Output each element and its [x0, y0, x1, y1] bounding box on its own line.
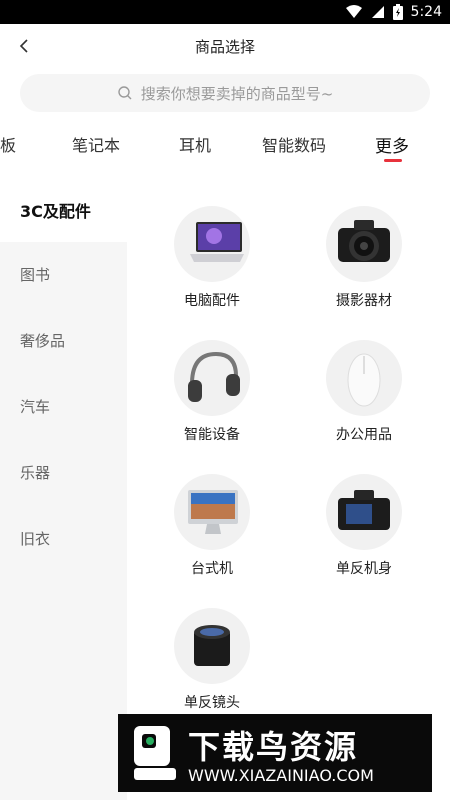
search-icon: [118, 86, 132, 100]
status-bar: 5:24: [0, 0, 450, 24]
product-label: 办公用品: [336, 427, 392, 443]
product-grid: 电脑配件 摄影器材 智能设备 办公用品 台式机 单反机身 单反镜头: [127, 176, 450, 800]
product-label: 摄影器材: [336, 293, 392, 309]
sidebar-item-label: 乐器: [20, 464, 51, 482]
battery-icon: [392, 4, 403, 20]
sidebar-item-label: 奢侈品: [20, 332, 66, 350]
mouse-icon: [326, 340, 402, 416]
product-tile-office-supplies[interactable]: 办公用品: [304, 340, 424, 460]
page-title: 商品选择: [194, 38, 255, 56]
product-tile-computer-accessories[interactable]: 电脑配件: [152, 206, 272, 326]
search-placeholder: 搜索你想要卖掉的商品型号~: [140, 84, 334, 103]
sidebar-item-label: 图书: [20, 266, 51, 284]
sidebar-item-label: 3C及配件: [20, 202, 91, 221]
product-tile-smart-devices[interactable]: 智能设备: [152, 340, 272, 460]
sidebar-item-label: 汽车: [20, 398, 51, 416]
watermark-url: WWW.XIAZAINIAO.COM: [188, 766, 374, 785]
tab-more[interactable]: 更多: [375, 132, 409, 157]
sidebar-item-instruments[interactable]: 乐器: [0, 440, 127, 506]
sidebar-item-label: 旧衣: [20, 530, 51, 548]
product-label: 智能设备: [184, 427, 240, 443]
sidebar-item-3c[interactable]: 3C及配件: [0, 176, 127, 242]
product-label: 台式机: [191, 561, 233, 577]
wifi-icon: [345, 5, 362, 18]
active-tab-indicator: [384, 159, 402, 162]
status-time: 5:24: [410, 4, 442, 20]
watermark-text: 下载鸟资源: [188, 728, 359, 766]
laptop-icon: [174, 206, 250, 282]
product-tile-dslr-lens[interactable]: 单反镜头: [152, 608, 272, 728]
category-tabs: 板 笔记本 耳机 智能数码 更多: [0, 124, 450, 168]
dslr-body-icon: [326, 474, 402, 550]
tab-laptop[interactable]: 笔记本: [72, 132, 120, 156]
watermark-logo: 下载鸟资源 WWW.XIAZAINIAO.COM: [118, 714, 432, 792]
header: 商品选择: [0, 24, 450, 68]
product-tile-dslr-body[interactable]: 单反机身: [304, 474, 424, 594]
sidebar-item-clothes[interactable]: 旧衣: [0, 506, 127, 572]
tab-headphones[interactable]: 耳机: [179, 132, 211, 156]
headphones-icon: [174, 340, 250, 416]
search-input[interactable]: 搜索你想要卖掉的商品型号~: [20, 74, 430, 112]
sidebar-item-luxury[interactable]: 奢侈品: [0, 308, 127, 374]
product-label: 单反机身: [336, 561, 392, 577]
sidebar-item-books[interactable]: 图书: [0, 242, 127, 308]
desktop-icon: [174, 474, 250, 550]
status-icons: 5:24: [345, 3, 442, 21]
camera-icon: [326, 206, 402, 282]
product-tile-desktop[interactable]: 台式机: [152, 474, 272, 594]
bird-logo-icon: [134, 726, 176, 780]
product-label: 电脑配件: [184, 293, 240, 309]
product-label: 单反镜头: [184, 695, 240, 711]
signal-icon: [371, 6, 384, 18]
lens-icon: [174, 608, 250, 684]
tab-tablet[interactable]: 板: [0, 132, 16, 156]
tab-smart-digital[interactable]: 智能数码: [262, 132, 326, 156]
sidebar-item-car[interactable]: 汽车: [0, 374, 127, 440]
product-tile-photography[interactable]: 摄影器材: [304, 206, 424, 326]
sidebar: 3C及配件 图书 奢侈品 汽车 乐器 旧衣: [0, 176, 127, 800]
